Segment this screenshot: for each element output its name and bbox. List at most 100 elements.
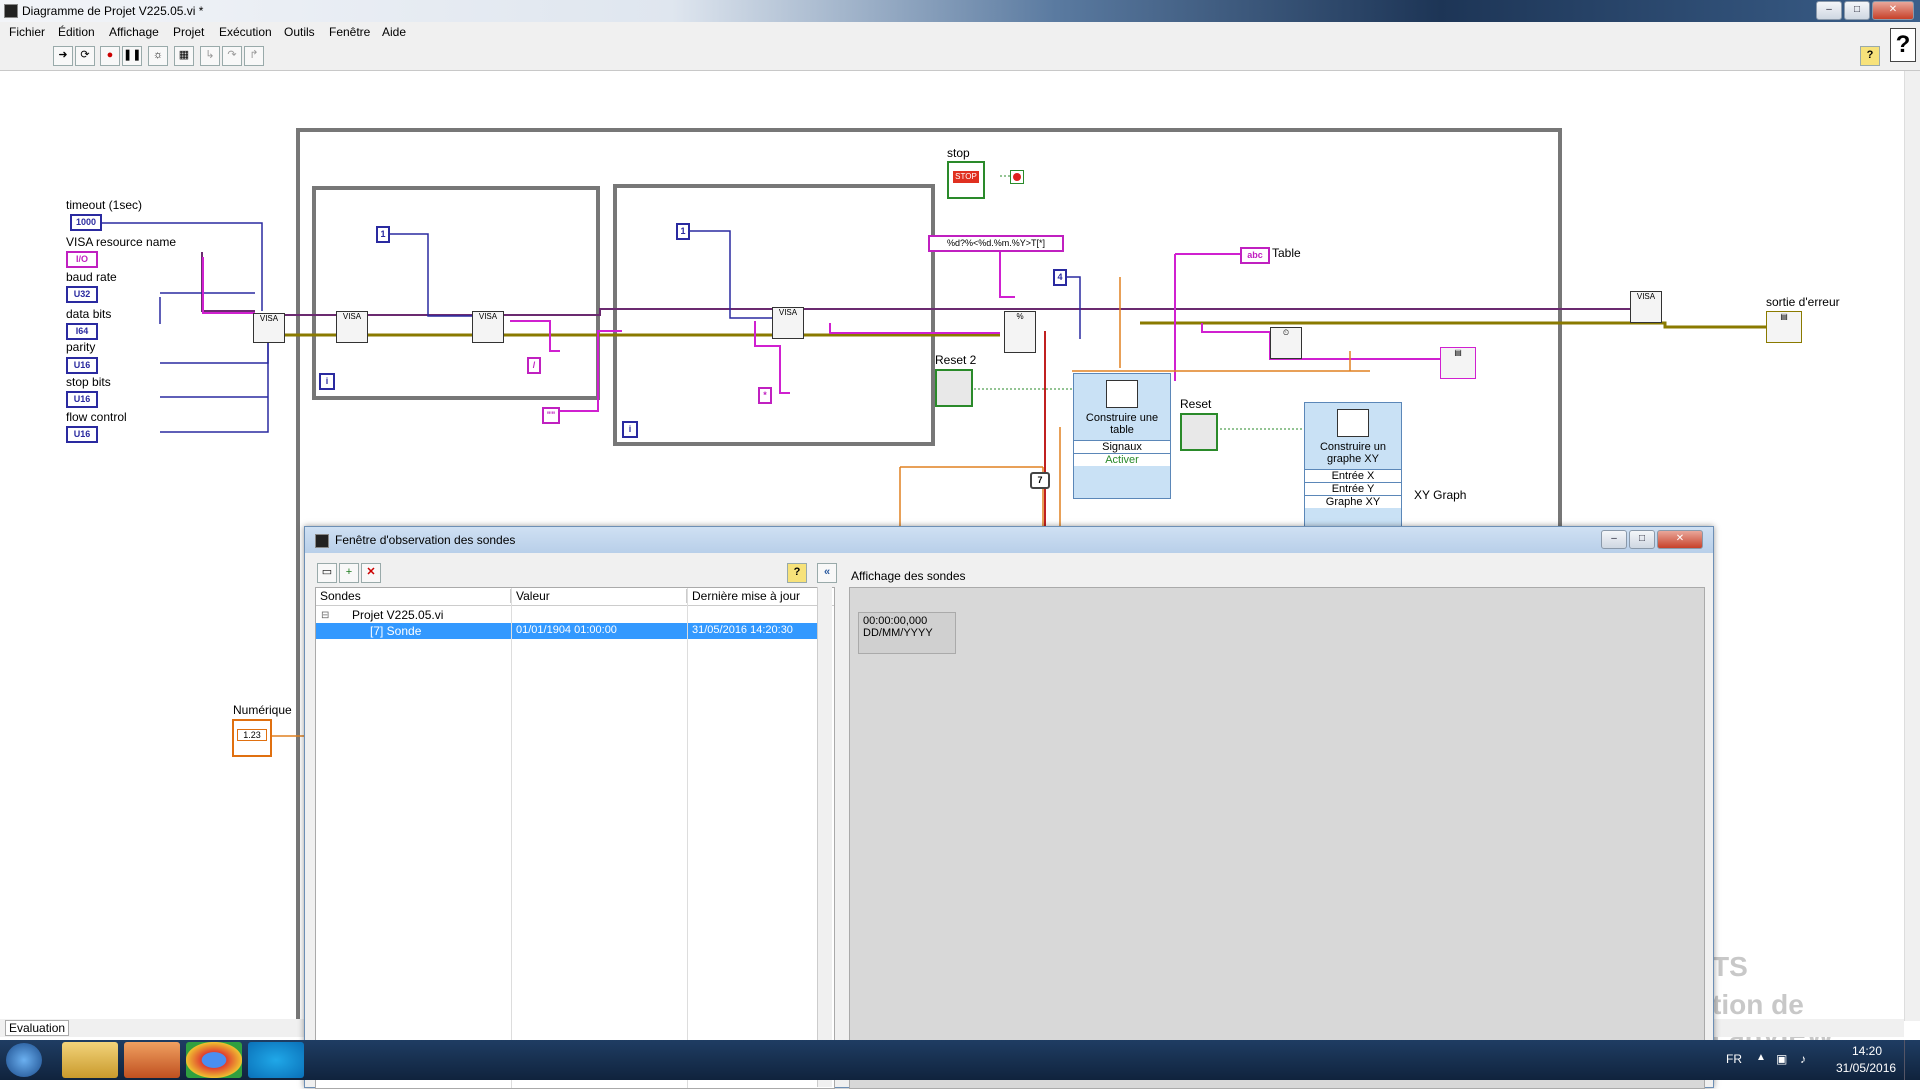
clock-time[interactable]: 14:20 <box>1852 1044 1882 1058</box>
error-cluster-indicator[interactable]: ▤ <box>1766 311 1802 343</box>
step-out-icon[interactable]: ↱ <box>244 46 264 66</box>
baud-rate-control[interactable]: U32 <box>66 286 98 303</box>
language-indicator[interactable]: FR <box>1726 1052 1742 1066</box>
tray-arrow-icon[interactable]: ▲ <box>1756 1052 1766 1063</box>
col-mise-a-jour[interactable]: Dernière mise à jour <box>692 589 832 603</box>
probe-list[interactable]: Sondes Valeur Dernière mise à jour ⊟ Pro… <box>315 587 835 1089</box>
help-icon[interactable]: ? <box>1890 28 1916 62</box>
probe-watch-window[interactable]: Fenêtre d'observation des sondes – □ ✕ ▭… <box>304 526 1714 1089</box>
vertical-scrollbar[interactable] <box>1904 71 1920 1021</box>
visa-flush-node[interactable]: VISA <box>336 311 368 343</box>
probe-window-title-bar[interactable]: Fenêtre d'observation des sondes – □ ✕ <box>305 527 1713 553</box>
build-xy-graph-express-vi[interactable]: Construire un graphe XY Entrée X Entrée … <box>1304 402 1402 528</box>
taskbar: FR ▲ ▣ ♪ 14:20 31/05/2016 <box>0 1040 1920 1080</box>
constant-four[interactable]: 4 <box>1053 269 1067 286</box>
build-xy-row-y[interactable]: Entrée Y <box>1305 482 1401 495</box>
show-desktop-button[interactable] <box>1904 1040 1920 1080</box>
probe-row-selected[interactable]: [7] Sonde 01/01/1904 01:00:00 31/05/2016… <box>316 623 826 639</box>
menu-outils[interactable]: Outils <box>284 25 315 39</box>
menu-edition[interactable]: Édition <box>58 25 95 39</box>
empty-string-constant[interactable]: "" <box>542 407 560 424</box>
minimize-button[interactable]: – <box>1816 1 1842 20</box>
parity-control[interactable]: U16 <box>66 357 98 374</box>
media-player-icon[interactable] <box>124 1042 180 1078</box>
flow-control-control[interactable]: U16 <box>66 426 98 443</box>
star-constant[interactable]: * <box>758 387 772 404</box>
reset-terminal[interactable] <box>1180 413 1218 451</box>
skype-icon[interactable] <box>248 1042 304 1078</box>
constant-one-a[interactable]: 1 <box>376 226 390 243</box>
probe-minimize-button[interactable]: – <box>1601 530 1627 549</box>
pause-icon[interactable]: ❚❚ <box>122 46 142 66</box>
build-table-express-vi[interactable]: Construire une table Signaux Activer <box>1073 373 1171 499</box>
run-continuously-icon[interactable]: ⟳ <box>75 46 95 66</box>
visa-resource-control[interactable]: I/O <box>66 251 98 268</box>
probe-maximize-button[interactable]: □ <box>1629 530 1655 549</box>
stop-bits-label: stop bits <box>66 375 111 389</box>
timeout-label: timeout (1sec) <box>66 198 143 212</box>
stop-button-terminal[interactable]: STOP <box>947 161 985 199</box>
file-explorer-icon[interactable] <box>62 1042 118 1078</box>
probe-list-scrollbar[interactable] <box>817 587 832 1087</box>
tree-root[interactable]: Projet V225.05.vi <box>352 608 443 622</box>
close-button[interactable]: ✕ <box>1872 1 1914 20</box>
step-into-icon[interactable]: ↳ <box>200 46 220 66</box>
numerique-terminal[interactable]: 1.23 <box>232 719 272 757</box>
timestamp-date: DD/MM/YYYY <box>863 627 933 639</box>
context-help-icon[interactable]: ? <box>1860 46 1880 66</box>
menu-fenetre[interactable]: Fenêtre <box>329 25 370 39</box>
table-terminal[interactable]: abc <box>1240 247 1270 264</box>
iteration-terminal-a: i <box>319 373 335 390</box>
menu-execution[interactable]: Exécution <box>219 25 272 39</box>
array-indicator[interactable]: ▤ <box>1440 347 1476 379</box>
timestamp-node[interactable]: ⏲ <box>1270 327 1302 359</box>
probe-help-icon[interactable]: ? <box>787 563 807 583</box>
abort-icon[interactable]: ● <box>100 46 120 66</box>
timeout-control[interactable]: 1000 <box>70 214 102 231</box>
chrome-icon[interactable] <box>186 1042 242 1078</box>
clock-date[interactable]: 31/05/2016 <box>1836 1061 1896 1075</box>
format-string-constant[interactable]: %d?%<%d.%m.%Y>T[*] <box>928 235 1064 252</box>
visa-read-node-b[interactable]: VISA <box>772 307 804 339</box>
data-bits-label: data bits <box>66 307 112 321</box>
slash-constant[interactable]: / <box>527 357 541 374</box>
collapse-icon[interactable]: « <box>817 563 837 583</box>
reset2-label: Reset 2 <box>935 353 977 367</box>
menu-fichier[interactable]: Fichier <box>9 25 45 39</box>
maximize-button[interactable]: □ <box>1844 1 1870 20</box>
step-over-icon[interactable]: ↷ <box>222 46 242 66</box>
visa-configure-serial-node[interactable]: VISA <box>253 313 285 343</box>
data-bits-control[interactable]: I64 <box>66 323 98 340</box>
window-title-bar[interactable]: Diagramme de Projet V225.05.vi * – □ ✕ <box>0 0 1920 22</box>
build-xy-row-x[interactable]: Entrée X <box>1305 469 1401 482</box>
numerique-label: Numérique <box>233 703 292 717</box>
constant-one-b[interactable]: 1 <box>676 223 690 240</box>
volume-icon[interactable]: ♪ <box>1800 1052 1806 1066</box>
constant-seven[interactable]: 7 <box>1030 472 1050 489</box>
menu-projet[interactable]: Projet <box>173 25 204 39</box>
col-valeur[interactable]: Valeur <box>516 589 687 603</box>
build-xy-row-graph[interactable]: Graphe XY <box>1305 495 1401 508</box>
visa-close-node[interactable]: VISA <box>1630 291 1662 323</box>
build-table-row-signaux[interactable]: Signaux <box>1074 440 1170 453</box>
run-arrow-icon[interactable]: ➜ <box>53 46 73 66</box>
network-icon[interactable]: ▣ <box>1776 1052 1787 1066</box>
delete-probe-icon[interactable]: ✕ <box>361 563 381 583</box>
menu-affichage[interactable]: Affichage <box>109 25 159 39</box>
add-probe-icon[interactable]: + <box>339 563 359 583</box>
list-header-divider <box>316 605 834 606</box>
lightbulb-icon[interactable]: ☼ <box>148 46 168 66</box>
visa-read-node-a[interactable]: VISA <box>472 311 504 343</box>
probe-close-button[interactable]: ✕ <box>1657 530 1703 549</box>
scan-string-node[interactable]: % <box>1004 311 1036 353</box>
menu-aide[interactable]: Aide <box>382 25 406 39</box>
build-table-title: Construire une table <box>1085 412 1159 436</box>
start-button-icon[interactable] <box>6 1043 42 1077</box>
reset2-terminal[interactable] <box>935 369 973 407</box>
new-probe-icon[interactable]: ▭ <box>317 563 337 583</box>
col-sondes[interactable]: Sondes <box>320 589 511 603</box>
build-table-row-activer[interactable]: Activer <box>1074 453 1170 466</box>
stop-bits-control[interactable]: U16 <box>66 391 98 408</box>
retain-wire-icon[interactable]: ▦ <box>174 46 194 66</box>
tree-collapse-icon[interactable]: ⊟ <box>321 610 329 621</box>
